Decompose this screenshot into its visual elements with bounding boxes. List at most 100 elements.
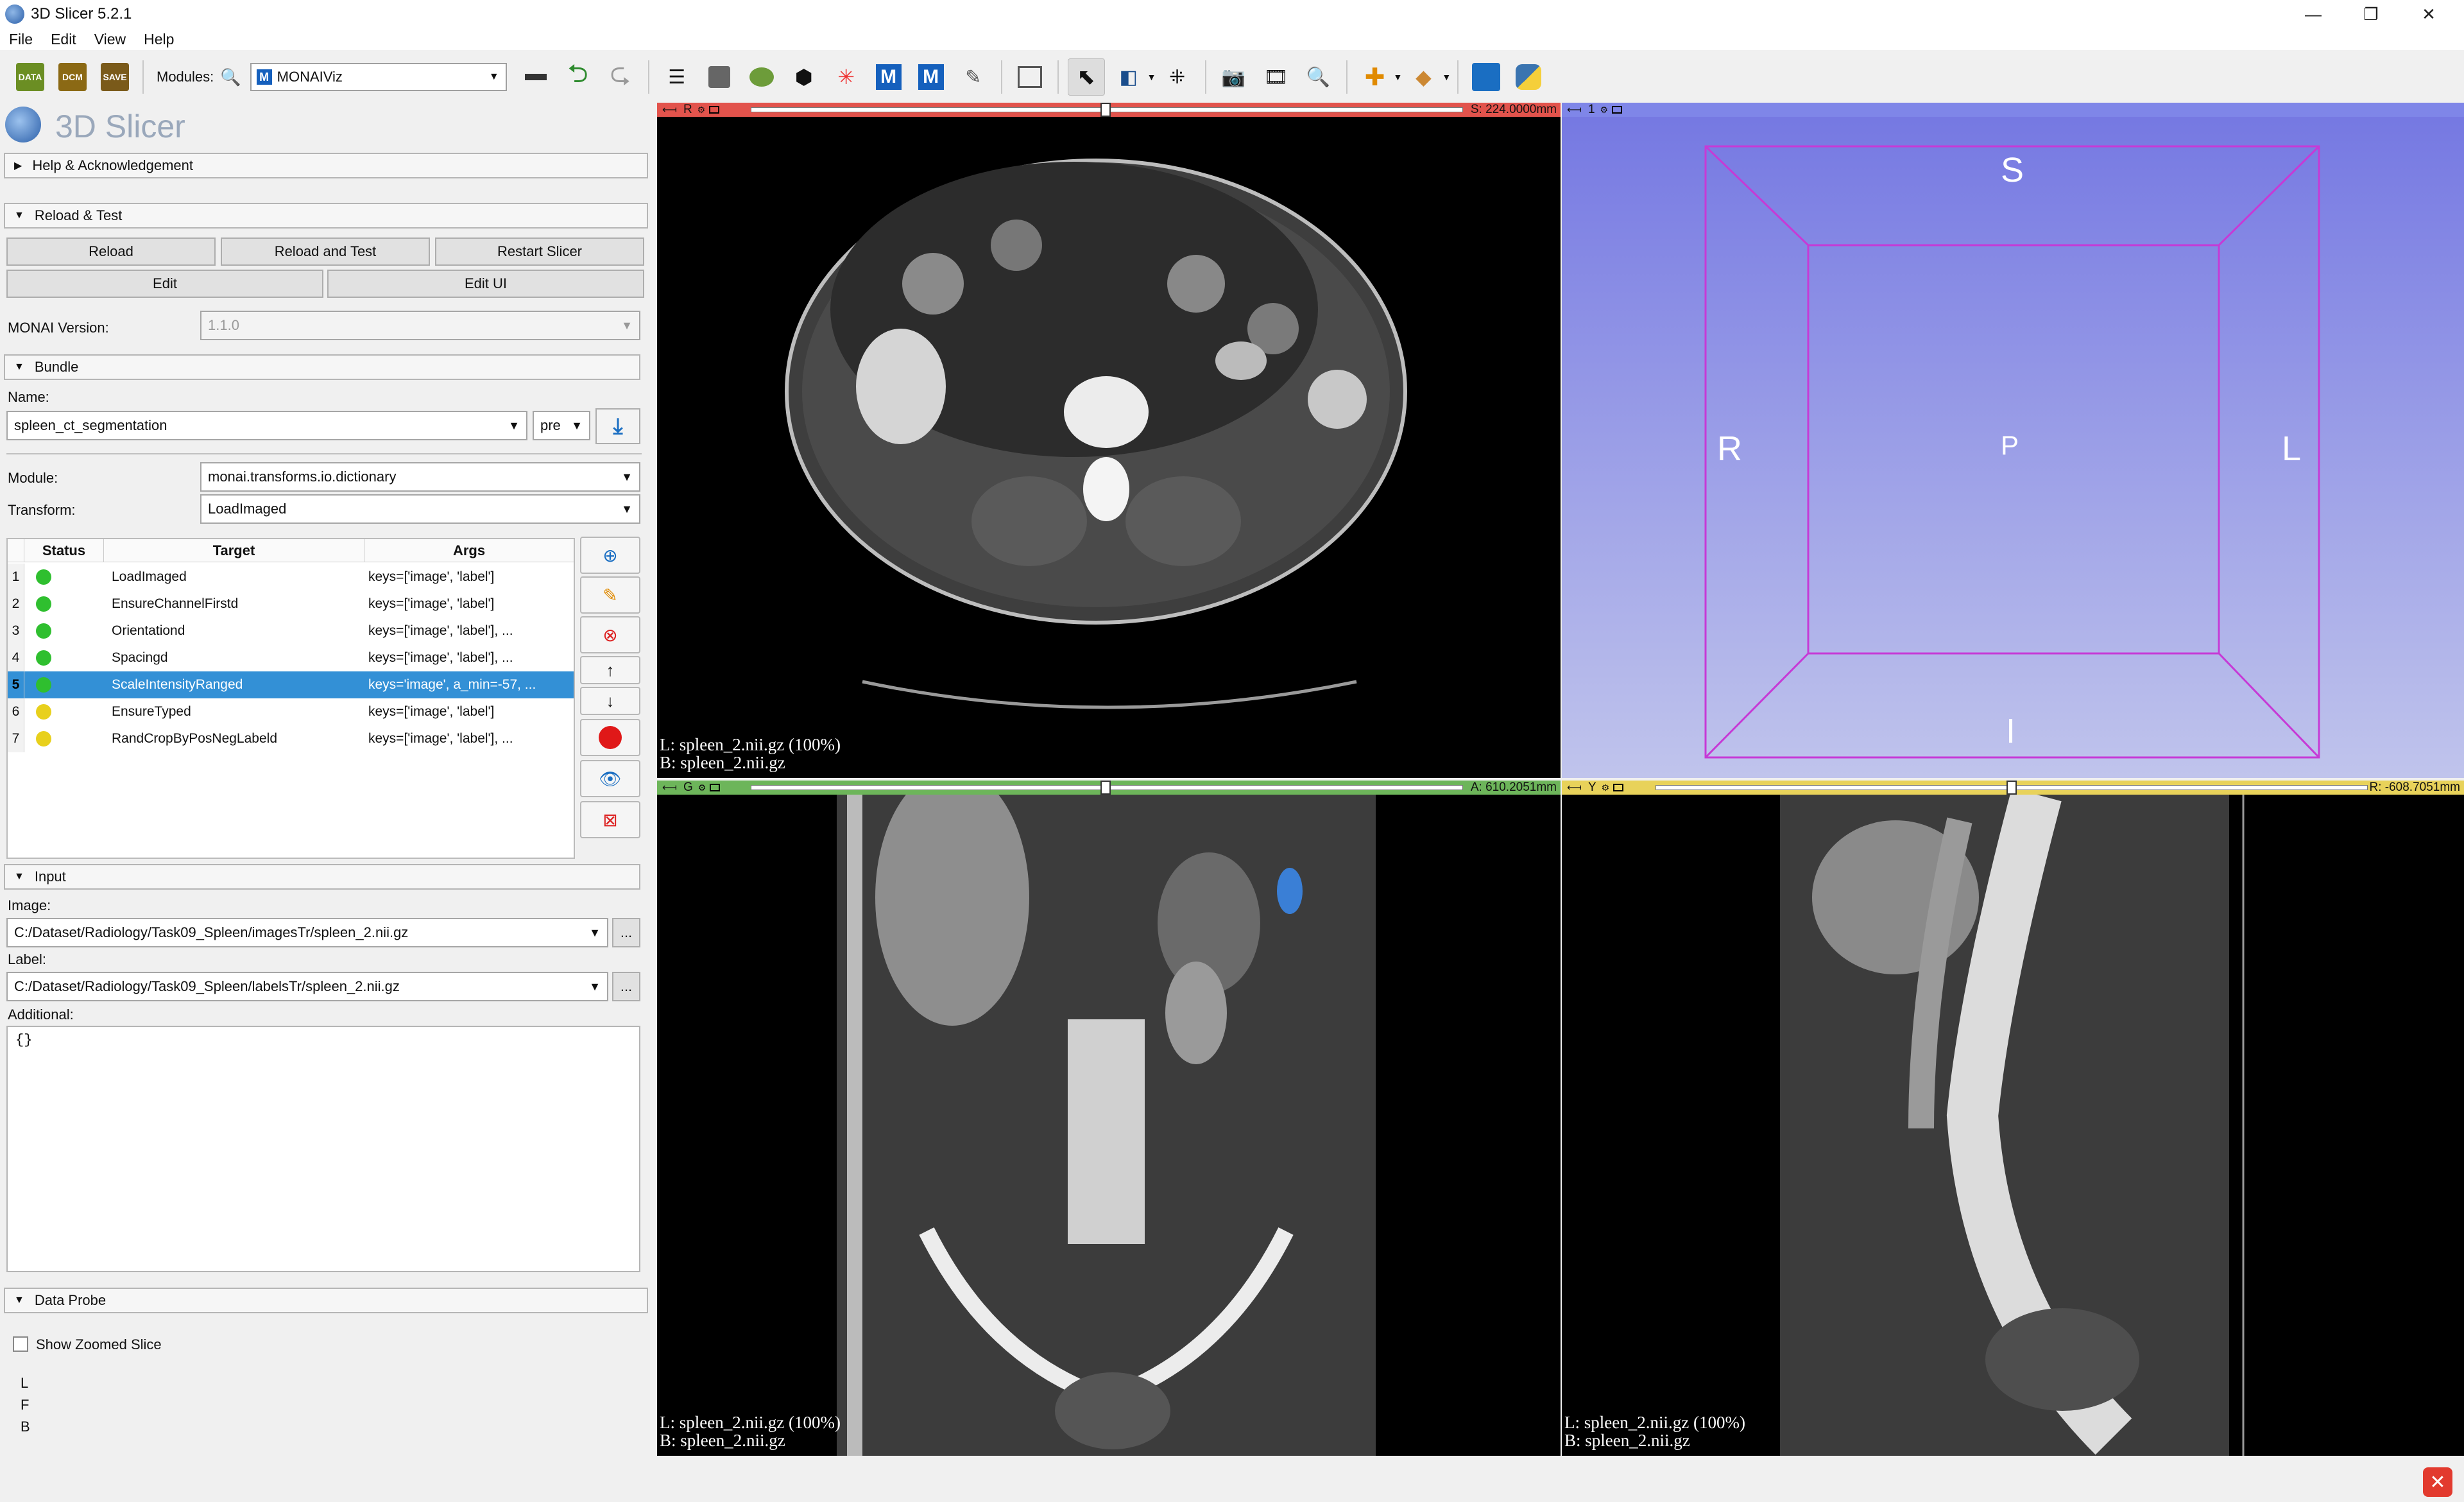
- column-header-status[interactable]: Status: [24, 539, 104, 562]
- table-row[interactable]: 2 EnsureChannelFirstd keys=['image', 'labe…: [8, 591, 574, 617]
- download-bundle-button[interactable]: ⤓: [595, 408, 640, 444]
- editor-button[interactable]: ✎: [955, 58, 992, 96]
- menu-view[interactable]: View: [85, 31, 135, 48]
- help-section-header[interactable]: ▶ Help & Acknowledgement: [4, 153, 648, 178]
- module-history-button[interactable]: [517, 58, 554, 96]
- save-button[interactable]: SAVE: [96, 58, 133, 96]
- restart-slicer-button[interactable]: Restart Slicer: [435, 237, 644, 266]
- transform-button[interactable]: ⁜: [1159, 58, 1196, 96]
- column-header-args[interactable]: Args: [364, 539, 574, 562]
- volumes-module-button[interactable]: [743, 58, 780, 96]
- clear-button[interactable]: ⊠: [580, 801, 640, 838]
- table-row[interactable]: 7 RandCropByPosNegLabeld keys=['image', 'l…: [8, 725, 574, 752]
- table-row[interactable]: 3 Orientationd keys=['image', 'label'], ..…: [8, 617, 574, 644]
- input-section-header[interactable]: ▼ Input: [4, 864, 640, 890]
- browse-image-button[interactable]: ...: [612, 918, 640, 947]
- maximize-view-icon[interactable]: [709, 106, 720, 114]
- preview-button[interactable]: 👁: [580, 760, 640, 797]
- menu-file[interactable]: File: [0, 31, 42, 48]
- models-module-button[interactable]: ⬢: [785, 58, 823, 96]
- module-search-icon[interactable]: 🔍: [220, 67, 241, 87]
- table-row[interactable]: 6 EnsureTyped keys=['image', 'label']: [8, 698, 574, 725]
- pin-icon[interactable]: ⟻: [1567, 781, 1582, 794]
- window-level-button[interactable]: ◧: [1110, 58, 1147, 96]
- link-icon[interactable]: ⚙: [697, 105, 706, 116]
- welcome-module-button[interactable]: ☰: [658, 58, 696, 96]
- chevron-down-icon[interactable]: ▼: [1442, 72, 1451, 82]
- load-data-button[interactable]: DATA: [12, 58, 49, 96]
- edit-transform-button[interactable]: ✎: [580, 576, 640, 614]
- minimize-button[interactable]: —: [2284, 0, 2342, 28]
- transform-select[interactable]: LoadImaged ▼: [200, 494, 640, 524]
- module-select[interactable]: monai.transforms.io.dictionary ▼: [200, 462, 640, 492]
- yellow-slice-view[interactable]: ⟻ Y ⚙ R: -608.7051mm L: spleen_2.nii.gz …: [1562, 781, 2464, 1456]
- column-header-target[interactable]: Target: [104, 539, 364, 562]
- monaiviz-button[interactable]: M: [912, 58, 950, 96]
- capture-button[interactable]: 🎞: [1258, 58, 1295, 96]
- scene-view-button[interactable]: 🔍: [1300, 58, 1337, 96]
- slice-offset-slider[interactable]: [751, 781, 1463, 795]
- status-indicator-icon: [36, 569, 51, 585]
- image-path-select[interactable]: C:/Dataset/Radiology/Task09_Spleen/image…: [6, 918, 608, 947]
- slider-handle[interactable]: [1100, 781, 1111, 795]
- pin-icon[interactable]: ⟻: [662, 103, 677, 116]
- markup-place-button[interactable]: ◆: [1405, 58, 1442, 96]
- pin-icon[interactable]: ⟻: [662, 781, 677, 794]
- extension-manager-button[interactable]: [1467, 58, 1505, 96]
- chevron-down-icon[interactable]: ▼: [1394, 72, 1403, 82]
- move-down-button[interactable]: ↓: [580, 687, 640, 715]
- add-transform-button[interactable]: ⊕: [580, 537, 640, 574]
- link-icon[interactable]: ⚙: [1602, 782, 1610, 793]
- remove-transform-button[interactable]: ⊗: [580, 616, 640, 653]
- link-icon[interactable]: ⚙: [698, 782, 706, 793]
- error-log-button[interactable]: ✕: [2423, 1467, 2452, 1497]
- python-console-button[interactable]: [1510, 58, 1547, 96]
- edit-ui-button[interactable]: Edit UI: [327, 270, 644, 298]
- bundle-stage-select[interactable]: pre ▼: [533, 411, 590, 440]
- move-up-button[interactable]: ↑: [580, 656, 640, 684]
- slider-handle[interactable]: [1100, 103, 1111, 117]
- reload-button[interactable]: Reload: [6, 237, 216, 266]
- pointer-tool-button[interactable]: ⬉: [1067, 58, 1105, 96]
- data-module-button[interactable]: [701, 58, 738, 96]
- slider-handle[interactable]: [2006, 781, 2017, 795]
- crosshair-button[interactable]: ✚: [1356, 58, 1394, 96]
- maximize-view-icon[interactable]: [1612, 106, 1623, 114]
- table-row[interactable]: 5 ScaleIntensityRanged keys='image', a_min…: [8, 671, 574, 698]
- module-selector[interactable]: M MONAIViz ▼: [250, 63, 507, 91]
- settings-icon[interactable]: ⚙: [1600, 105, 1609, 116]
- maximize-button[interactable]: ❐: [2342, 0, 2400, 28]
- label-path-select[interactable]: C:/Dataset/Radiology/Task09_Spleen/label…: [6, 972, 608, 1001]
- forward-button[interactable]: ⮎: [602, 58, 639, 96]
- reload-and-test-button[interactable]: Reload and Test: [221, 237, 430, 266]
- menu-help[interactable]: Help: [135, 31, 183, 48]
- table-row[interactable]: 4 Spacingd keys=['image', 'label'], ...: [8, 644, 574, 671]
- bundle-section-header[interactable]: ▼ Bundle: [4, 354, 640, 380]
- slice-offset-slider[interactable]: [751, 103, 1463, 117]
- green-slice-view[interactable]: ⟻ G ⚙ A: 610.2051mm L: spleen_2.nii.gz (…: [657, 781, 1561, 1456]
- slice-offset-slider[interactable]: [1656, 781, 2368, 795]
- close-window-button[interactable]: ✕: [2400, 0, 2458, 28]
- table-row[interactable]: 1 LoadImaged keys=['image', 'label']: [8, 564, 574, 591]
- maximize-view-icon[interactable]: [710, 784, 721, 791]
- screenshot-button[interactable]: 📷: [1215, 58, 1253, 96]
- show-zoomed-checkbox[interactable]: [13, 1336, 28, 1352]
- maximize-view-icon[interactable]: [1613, 784, 1624, 791]
- data-probe-section-header[interactable]: ▼ Data Probe: [4, 1288, 648, 1313]
- chevron-down-icon[interactable]: ▼: [1147, 72, 1156, 82]
- pin-icon[interactable]: ⟻: [1567, 103, 1582, 116]
- load-dicom-button[interactable]: DCM: [54, 58, 91, 96]
- red-slice-view[interactable]: ⟻ R ⚙ S: 224.0000mm L: spleen_2.nii.gz (…: [657, 103, 1561, 778]
- reload-section-header[interactable]: ▼ Reload & Test: [4, 203, 648, 229]
- browse-label-button[interactable]: ...: [612, 972, 640, 1001]
- edit-button[interactable]: Edit: [6, 270, 323, 298]
- back-button[interactable]: ⮌: [560, 58, 597, 96]
- additional-textarea[interactable]: {}: [6, 1026, 640, 1272]
- 3d-view[interactable]: ⟻ 1 ⚙ S I R L P: [1562, 103, 2464, 778]
- bundle-name-select[interactable]: spleen_ct_segmentation ▼: [6, 411, 527, 440]
- markups-module-button[interactable]: ✳: [828, 58, 865, 96]
- monai-label-button[interactable]: M: [870, 58, 907, 96]
- stop-button[interactable]: [580, 719, 640, 756]
- layout-button[interactable]: [1011, 58, 1048, 96]
- menu-edit[interactable]: Edit: [42, 31, 85, 48]
